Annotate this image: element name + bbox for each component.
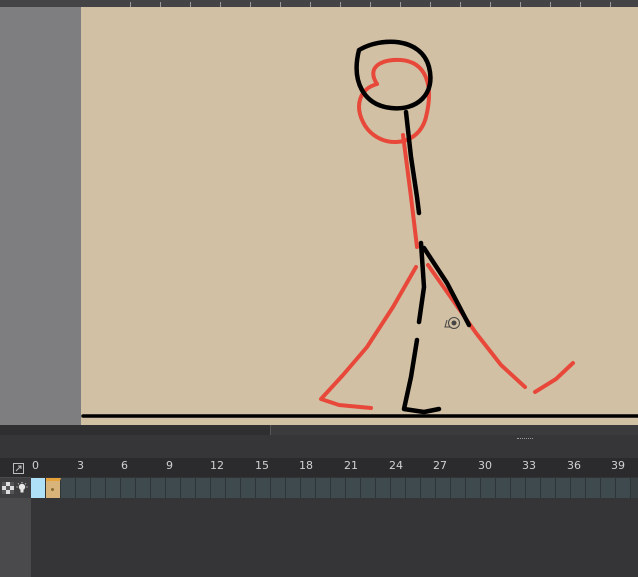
splitter-grip-icon[interactable] bbox=[517, 438, 533, 441]
drawing-canvas[interactable] bbox=[81, 7, 638, 425]
frame-cell[interactable] bbox=[136, 478, 151, 498]
frame-cell[interactable] bbox=[106, 478, 121, 498]
frame-number: 33 bbox=[522, 459, 536, 472]
expand-icon[interactable] bbox=[13, 463, 24, 474]
frame-cell[interactable] bbox=[301, 478, 316, 498]
keyframe-cell[interactable] bbox=[46, 478, 61, 498]
frame-number: 39 bbox=[611, 459, 625, 472]
frame-number: 9 bbox=[166, 459, 173, 472]
figure-arm bbox=[421, 245, 472, 328]
keyframe-dot-icon bbox=[51, 488, 54, 491]
frame-number: 6 bbox=[121, 459, 128, 472]
onion-back-leg bbox=[319, 265, 418, 410]
checkerboard-icon[interactable] bbox=[2, 482, 14, 494]
frame-cell[interactable] bbox=[61, 478, 76, 498]
lightbulb-icon[interactable] bbox=[16, 482, 28, 494]
top-ruler bbox=[0, 0, 638, 7]
frame-number: 24 bbox=[389, 459, 403, 472]
frame-number: 21 bbox=[344, 459, 358, 472]
frame-cell[interactable] bbox=[571, 478, 586, 498]
frame-number: 3 bbox=[77, 459, 84, 472]
frame-cell[interactable] bbox=[181, 478, 196, 498]
onion-front-leg bbox=[426, 263, 527, 389]
frame-number: 18 bbox=[299, 459, 313, 472]
frame-cell[interactable] bbox=[151, 478, 166, 498]
frame-number: 36 bbox=[567, 459, 581, 472]
frame-cell[interactable] bbox=[361, 478, 376, 498]
frame-cell[interactable] bbox=[91, 478, 106, 498]
frame-cell[interactable] bbox=[451, 478, 466, 498]
frame-cell[interactable] bbox=[466, 478, 481, 498]
onion-skin-figure bbox=[319, 57, 575, 410]
panel-splitter[interactable] bbox=[0, 435, 638, 458]
frame-cell[interactable] bbox=[76, 478, 91, 498]
frame-number: 12 bbox=[210, 459, 224, 472]
figure-leg bbox=[401, 337, 442, 415]
frame-cell[interactable] bbox=[586, 478, 601, 498]
frame-cell[interactable] bbox=[241, 478, 256, 498]
frame-cell[interactable] bbox=[226, 478, 241, 498]
figure-head bbox=[354, 39, 433, 111]
timeline-header bbox=[0, 458, 638, 477]
frame-cell[interactable] bbox=[391, 478, 406, 498]
frame-cell[interactable] bbox=[406, 478, 421, 498]
frame-number: 15 bbox=[255, 459, 269, 472]
horizontal-scrollbar-thumb[interactable] bbox=[270, 425, 638, 435]
frame-cell[interactable] bbox=[421, 478, 436, 498]
frame-cell[interactable] bbox=[511, 478, 526, 498]
frame-number: 30 bbox=[478, 459, 492, 472]
frame-cell[interactable] bbox=[256, 478, 271, 498]
frame-cell-current[interactable] bbox=[31, 478, 46, 498]
frame-cell[interactable] bbox=[526, 478, 541, 498]
timeline-empty-area[interactable] bbox=[31, 498, 638, 577]
frame-cell[interactable] bbox=[601, 478, 616, 498]
frame-cell[interactable] bbox=[376, 478, 391, 498]
figure-torso bbox=[416, 240, 427, 325]
frame-cell[interactable] bbox=[211, 478, 226, 498]
frame-cell[interactable] bbox=[166, 478, 181, 498]
frame-cell[interactable] bbox=[346, 478, 361, 498]
frame-cell[interactable] bbox=[481, 478, 496, 498]
frame-cell[interactable] bbox=[121, 478, 136, 498]
frame-cell[interactable] bbox=[196, 478, 211, 498]
frame-number: 27 bbox=[433, 459, 447, 472]
frame-cell[interactable] bbox=[271, 478, 286, 498]
frame-cell[interactable] bbox=[331, 478, 346, 498]
frame-cell[interactable] bbox=[541, 478, 556, 498]
frame-cell[interactable] bbox=[616, 478, 631, 498]
frame-cell[interactable] bbox=[496, 478, 511, 498]
canvas-left-margin bbox=[0, 7, 81, 425]
drawing-layer bbox=[81, 39, 638, 418]
move-cursor-icon bbox=[444, 317, 460, 329]
frame-cell[interactable] bbox=[286, 478, 301, 498]
frame-cell[interactable] bbox=[316, 478, 331, 498]
frame-cell[interactable] bbox=[556, 478, 571, 498]
frame-cell[interactable] bbox=[436, 478, 451, 498]
frame-number: 0 bbox=[32, 459, 39, 472]
onion-front-foot bbox=[533, 361, 575, 394]
